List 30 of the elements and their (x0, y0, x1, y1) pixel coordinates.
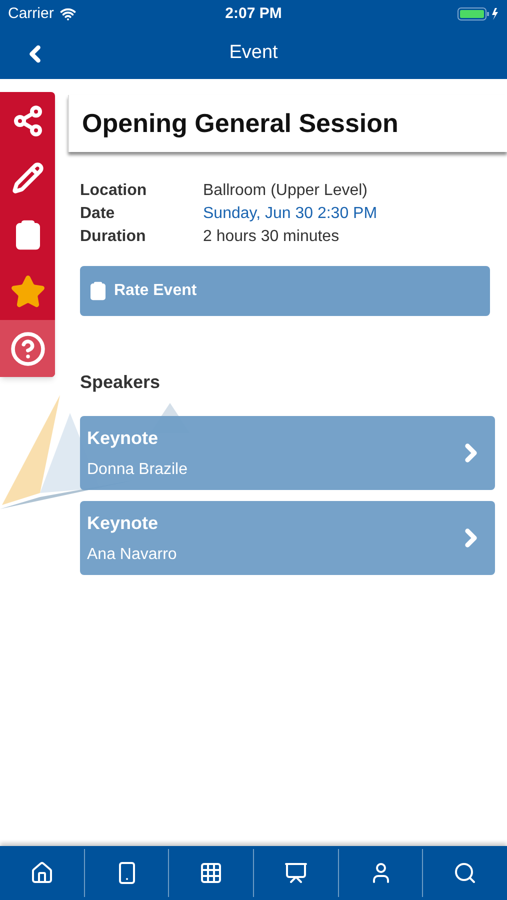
detail-value: Ballroom (Upper Level) (203, 181, 368, 201)
clipboard-icon (88, 281, 108, 301)
speaker-card[interactable]: Keynote Donna Brazile (80, 416, 495, 490)
speaker-role: Keynote (87, 426, 160, 450)
grid-icon (199, 861, 224, 885)
detail-label: Location (80, 181, 148, 201)
speaker-name: Ana Navarro (87, 544, 178, 564)
rate-event-button[interactable]: Rate Event (80, 266, 490, 316)
wifi-icon (60, 6, 76, 22)
speakers-heading: Speakers (80, 371, 162, 394)
help-icon (10, 330, 46, 366)
star-icon (10, 274, 46, 310)
easel-icon (284, 861, 308, 885)
share-icon (12, 104, 44, 136)
clock: 2:07 PM (225, 4, 282, 24)
detail-value: 2 hours 30 minutes (203, 227, 340, 247)
screen-title: Event (229, 41, 278, 66)
carrier-label: Carrier (8, 4, 54, 24)
help-button[interactable] (0, 320, 55, 377)
speaker-role: Keynote (87, 512, 160, 535)
speaker-name: Donna Brazile (87, 460, 188, 480)
detail-label: Duration (80, 227, 147, 247)
home-icon (30, 861, 54, 885)
search-icon (453, 861, 478, 885)
pencil-icon (12, 162, 44, 194)
date-link[interactable]: Sunday, Jun 30 2:30 PM (203, 204, 378, 224)
battery-icon (457, 7, 499, 21)
speaker-card[interactable]: Keynote Ana Navarro (80, 501, 495, 575)
event-title: Opening General Session (82, 107, 398, 140)
detail-label: Date (80, 204, 116, 224)
